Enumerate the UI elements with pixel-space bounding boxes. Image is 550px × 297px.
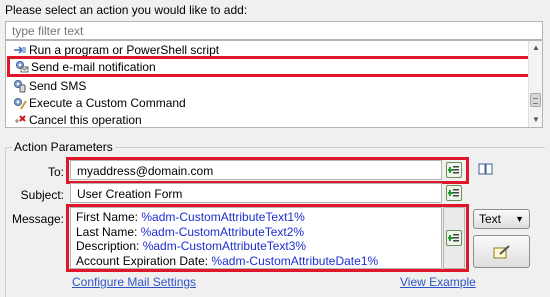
action-item-label: Send SMS <box>29 78 87 93</box>
to-field[interactable]: myaddress@domain.com <box>70 160 442 180</box>
format-select-value: Text <box>479 212 502 226</box>
edit-note-icon <box>493 244 510 258</box>
address-book-icon[interactable] <box>478 162 494 176</box>
view-example-link[interactable]: View Example <box>400 275 476 289</box>
chevron-down-icon: ▼ <box>515 214 524 224</box>
action-item-label: Cancel this operation <box>29 112 142 127</box>
insert-list-icon <box>448 189 459 197</box>
instruction-label: Please select an action you would like t… <box>5 3 248 17</box>
subject-label: Subject: <box>20 188 64 202</box>
message-line: Description: %adm-CustomAttributeText3% <box>76 239 307 253</box>
action-parameters-title: Action Parameters <box>12 140 115 154</box>
action-item-send-email[interactable]: Send e-mail notification <box>7 56 531 77</box>
message-line: Account Expiration Date: %adm-CustomAttr… <box>76 253 379 268</box>
sms-gear-icon <box>13 79 27 93</box>
action-item-cancel-operation[interactable]: Cancel this operation <box>7 111 529 127</box>
scrollbar-thumb[interactable] <box>530 93 541 107</box>
filter-input[interactable] <box>5 21 543 40</box>
message-field[interactable]: First Name: %adm-CustomAttributeText1% L… <box>70 207 442 269</box>
insert-value-button-message[interactable] <box>443 207 465 269</box>
message-line: First Name: %adm-CustomAttributeText1% <box>76 210 305 224</box>
insert-list-icon <box>448 166 459 174</box>
subject-value: User Creation Form <box>77 187 183 201</box>
action-item-send-sms[interactable]: Send SMS <box>7 77 529 94</box>
custom-command-icon <box>13 96 27 110</box>
cancel-x-icon <box>13 113 27 127</box>
action-item-label: Send e-mail notification <box>31 59 156 74</box>
email-gear-icon <box>15 60 29 74</box>
script-icon <box>13 43 27 57</box>
action-item-label: Execute a Custom Command <box>29 95 186 110</box>
action-item-custom-command[interactable]: Execute a Custom Command <box>7 94 529 111</box>
action-list[interactable]: Run a program or PowerShell script Send … <box>5 40 543 128</box>
format-select[interactable]: Text ▼ <box>473 209 530 229</box>
to-label: To: <box>47 165 64 179</box>
insert-value-button-to[interactable] <box>446 162 462 178</box>
message-line: Last Name: %adm-CustomAttributeText2% <box>76 224 305 239</box>
edit-message-button[interactable] <box>473 235 530 268</box>
action-item-label: Run a program or PowerShell script <box>29 42 220 57</box>
message-label: Message: <box>11 212 64 226</box>
subject-field[interactable]: User Creation Form <box>70 183 442 203</box>
scroll-up-icon[interactable]: ▲ <box>529 41 542 55</box>
action-item-run-script[interactable]: Run a program or PowerShell script <box>7 41 529 58</box>
to-value: myaddress@domain.com <box>77 164 214 178</box>
configure-mail-settings-link[interactable]: Configure Mail Settings <box>72 275 196 289</box>
insert-list-icon <box>446 230 462 246</box>
action-list-scrollbar[interactable]: ▲ ▼ <box>528 41 542 127</box>
scroll-down-icon[interactable]: ▼ <box>529 113 542 127</box>
insert-value-button-subject[interactable] <box>446 185 462 201</box>
